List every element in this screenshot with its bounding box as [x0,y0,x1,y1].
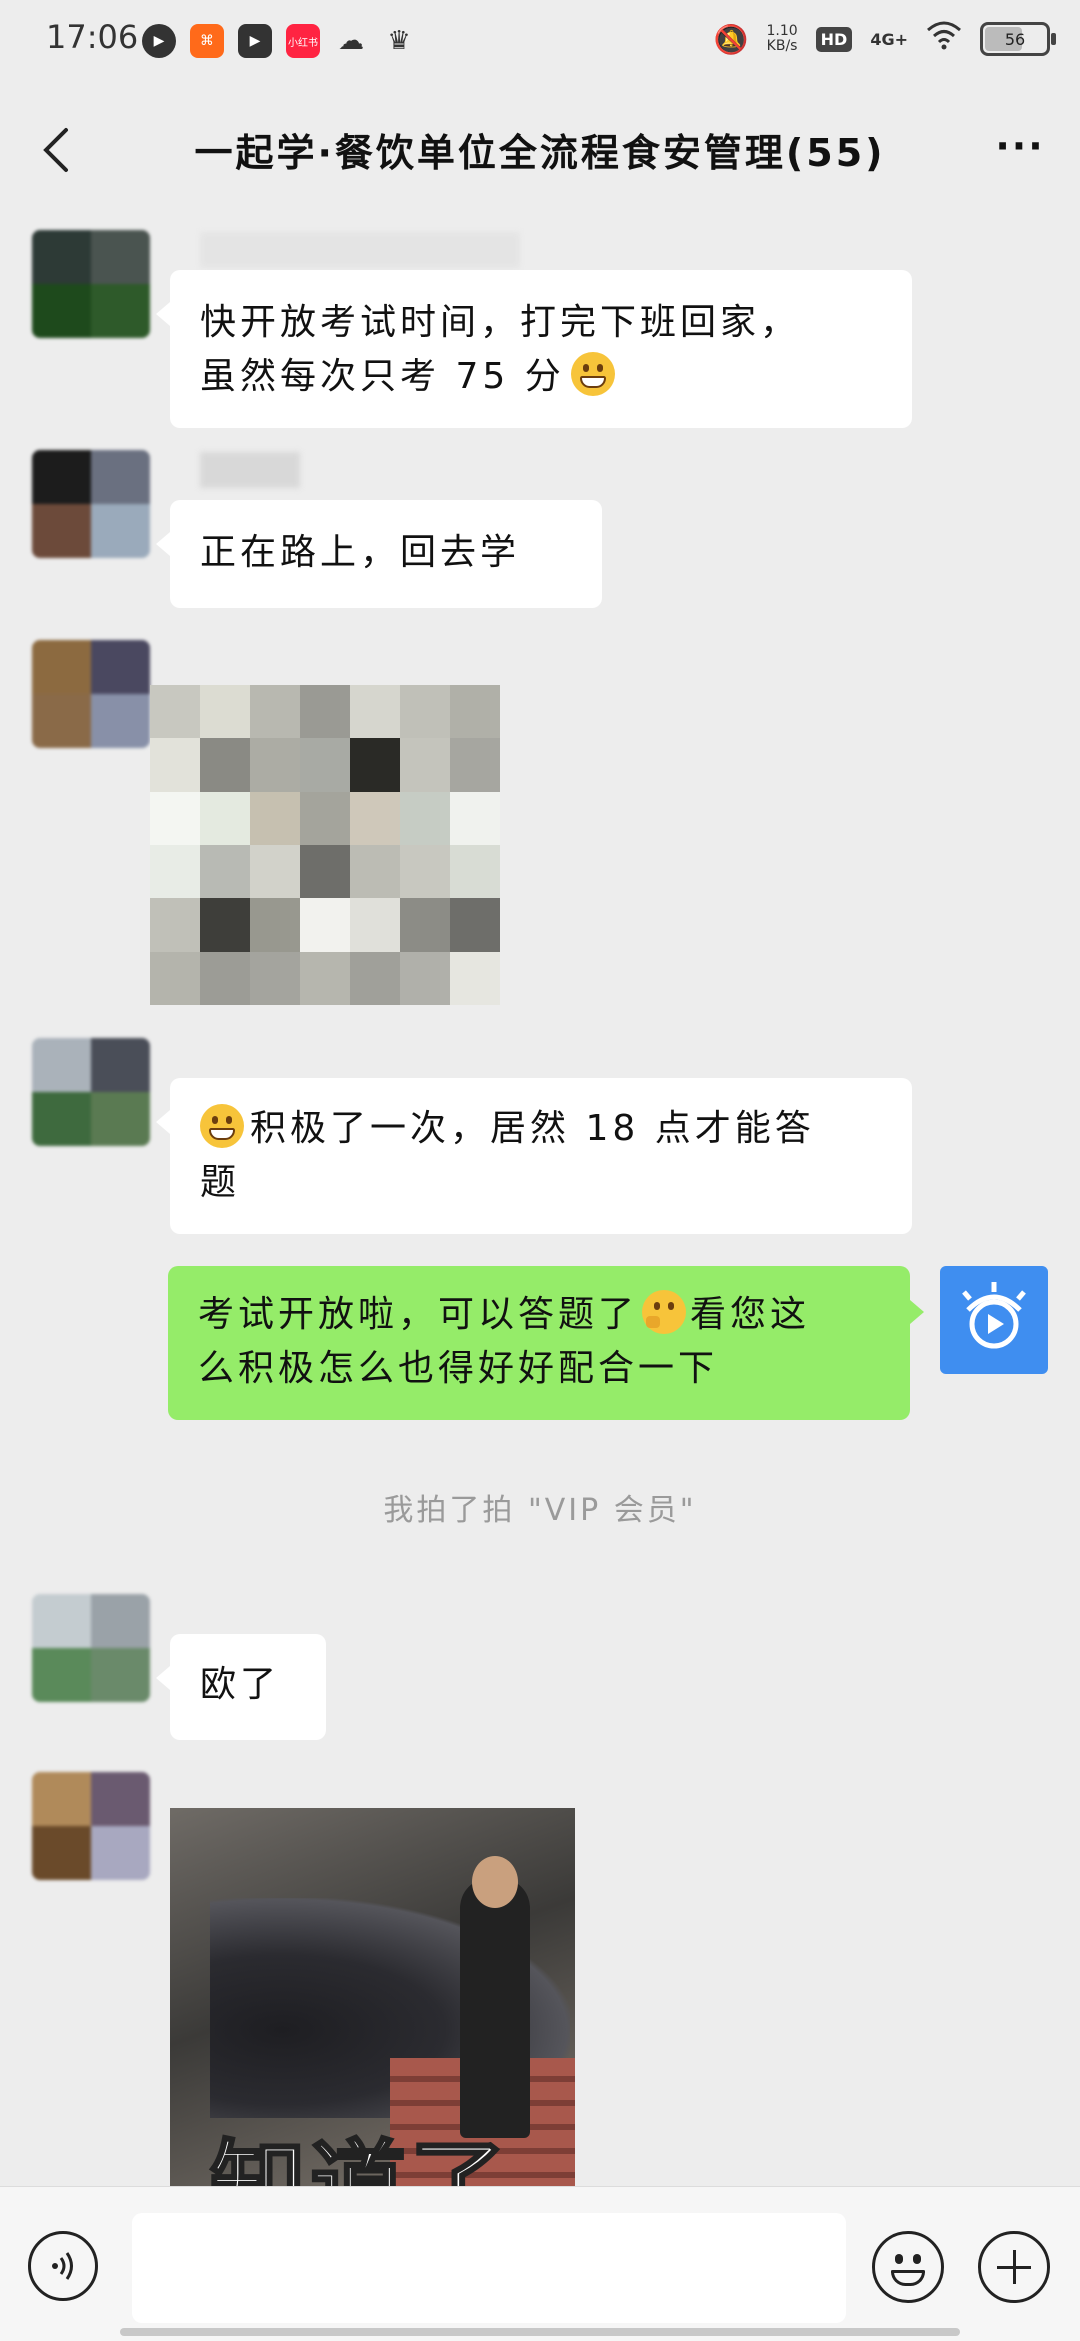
more-actions-button[interactable] [978,2231,1050,2303]
message-bubble-sent[interactable]: 考试开放啦，可以答题了 看您这 么积极怎么也得好好配合一下 [168,1266,924,1420]
system-message: 我拍了拍 "VIP 会员" [383,1493,697,1528]
hd-badge: HD [815,26,853,52]
home-indicator[interactable] [120,2328,960,2336]
status-bar: 17:06 ▶ ⌘ ▶ 小红书 ☁ ♛ 🔕 1.10 KB/s HD 4G+ 5… [0,0,1080,80]
voice-input-button[interactable] [28,2231,98,2301]
bot-avatar[interactable] [940,1266,1048,1374]
chat-header: 一起学·餐饮单位全流程食安管理(55) ··· [0,100,1080,200]
message-bubble[interactable]: 积极了一次，居然 18 点才能答 题 [156,1078,912,1234]
avatar[interactable] [32,640,150,748]
status-time: 17:06 [46,18,139,56]
avatar[interactable] [32,1594,150,1702]
kuaishou-icon: ⌘ [190,24,224,58]
video-icon: ▶ [238,24,272,58]
message-bubble[interactable]: 欧了 [156,1634,326,1740]
message-input[interactable] [132,2213,846,2323]
signal-4g: 4G+ [870,29,908,49]
grin-emoji-icon [570,352,615,396]
grin-emoji-icon [200,1104,244,1148]
battery: 56 [980,22,1056,56]
chat-title: 一起学·餐饮单位全流程食安管理(55) [194,131,886,175]
more-options-button[interactable]: ··· [990,124,1050,174]
mute-bell-icon: 🔕 [713,22,749,56]
message-bubble[interactable]: 快开放考试时间，打完下班回家， 虽然每次只考 75 分 [156,270,912,428]
message-bubble[interactable]: 正在路上，回去学 [156,500,602,608]
thinking-emoji-icon [642,1290,687,1334]
xiaohongshu-icon: 小红书 [286,24,320,58]
input-bar [0,2186,1080,2341]
crown-icon: ♛ [387,26,411,56]
play-icon: ▶ [142,24,176,58]
sender-name [200,232,520,268]
pixelated-image[interactable] [150,685,500,1005]
wifi-icon [926,20,962,58]
net-speed: 1.10 KB/s [766,23,798,54]
back-button[interactable] [30,120,90,180]
avatar[interactable] [32,1038,150,1146]
notification-icons: ▶ ⌘ ▶ 小红书 ☁ ♛ [142,24,416,58]
emoji-button[interactable] [872,2231,944,2303]
play-circle-icon [962,1282,1026,1349]
voice-icon [52,2252,73,2280]
sender-name [200,452,300,488]
chevron-left-icon [43,128,68,172]
sticker-image[interactable]: 知道了 [170,1808,575,2188]
avatar[interactable] [32,1772,150,1880]
sticker-caption: 知道了 [209,2129,510,2189]
chat-icon: ☁ [338,26,364,56]
avatar[interactable] [32,230,150,338]
status-indicators: 🔕 1.10 KB/s HD 4G+ 56 [713,20,1056,58]
avatar[interactable] [32,450,150,558]
